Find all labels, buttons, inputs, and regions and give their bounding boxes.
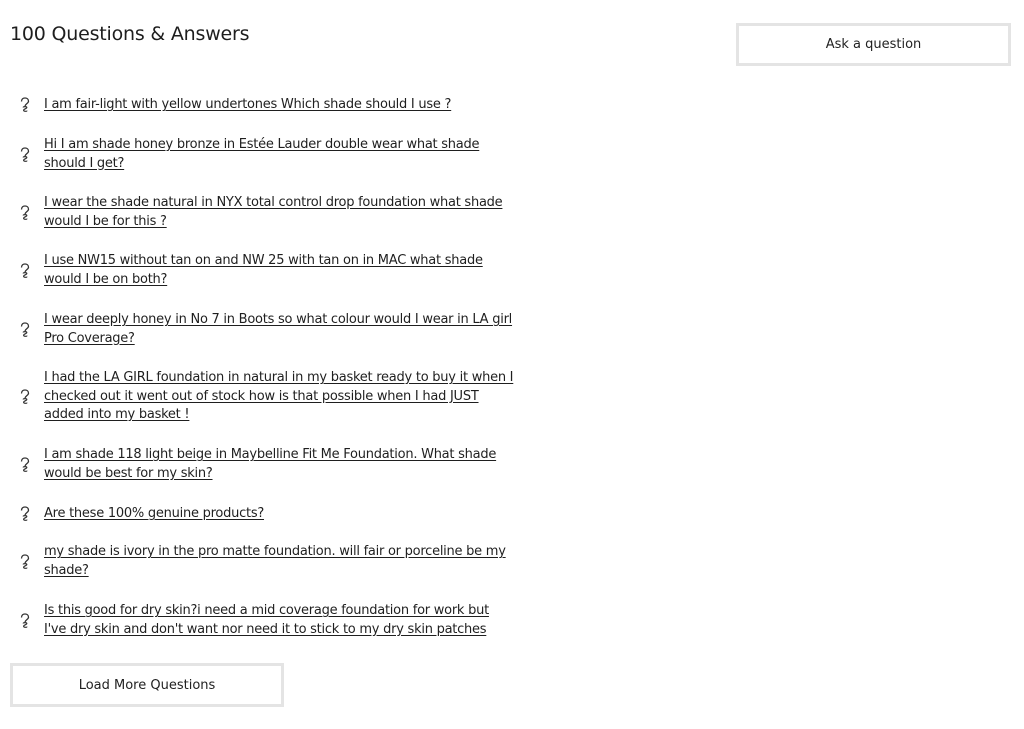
question-link[interactable]: I wear the shade natural in NYX total co…	[44, 194, 514, 231]
ask-question-button[interactable]: Ask a question	[736, 23, 1011, 66]
question-mark-icon	[18, 456, 32, 474]
question-mark-icon	[18, 262, 32, 280]
question-item: I wear deeply honey in No 7 in Boots so …	[18, 311, 518, 348]
load-more-questions-button[interactable]: Load More Questions	[10, 663, 284, 707]
question-mark-icon	[18, 204, 32, 222]
question-link[interactable]: Is this good for dry skin?i need a mid c…	[44, 602, 514, 639]
questions-answers-section: 100 Questions & Answers Ask a question I…	[0, 0, 1024, 729]
question-item: Is this good for dry skin?i need a mid c…	[18, 602, 518, 639]
section-title: 100 Questions & Answers	[10, 23, 250, 45]
question-link[interactable]: Hi I am shade honey bronze in Estée Laud…	[44, 136, 514, 173]
question-link[interactable]: I use NW15 without tan on and NW 25 with…	[44, 252, 514, 289]
question-mark-icon	[18, 146, 32, 164]
question-item: I wear the shade natural in NYX total co…	[18, 194, 518, 231]
question-link[interactable]: my shade is ivory in the pro matte found…	[44, 543, 514, 580]
question-item: I had the LA GIRL foundation in natural …	[18, 369, 518, 425]
question-mark-icon	[18, 612, 32, 630]
question-item: I use NW15 without tan on and NW 25 with…	[18, 252, 518, 289]
question-item: I am shade 118 light beige in Maybelline…	[18, 446, 518, 483]
question-mark-icon	[18, 505, 32, 523]
question-item: Are these 100% genuine products?	[18, 505, 518, 524]
question-item: I am fair-light with yellow undertones W…	[18, 96, 518, 115]
question-link[interactable]: I am fair-light with yellow undertones W…	[44, 96, 514, 115]
question-mark-icon	[18, 321, 32, 339]
question-item: Hi I am shade honey bronze in Estée Laud…	[18, 136, 518, 173]
question-link[interactable]: I had the LA GIRL foundation in natural …	[44, 369, 514, 425]
question-link[interactable]: I am shade 118 light beige in Maybelline…	[44, 446, 514, 483]
question-item: my shade is ivory in the pro matte found…	[18, 543, 518, 580]
question-mark-icon	[18, 388, 32, 406]
question-link[interactable]: Are these 100% genuine products?	[44, 505, 514, 524]
question-link[interactable]: I wear deeply honey in No 7 in Boots so …	[44, 311, 514, 348]
question-mark-icon	[18, 96, 32, 114]
question-mark-icon	[18, 553, 32, 571]
